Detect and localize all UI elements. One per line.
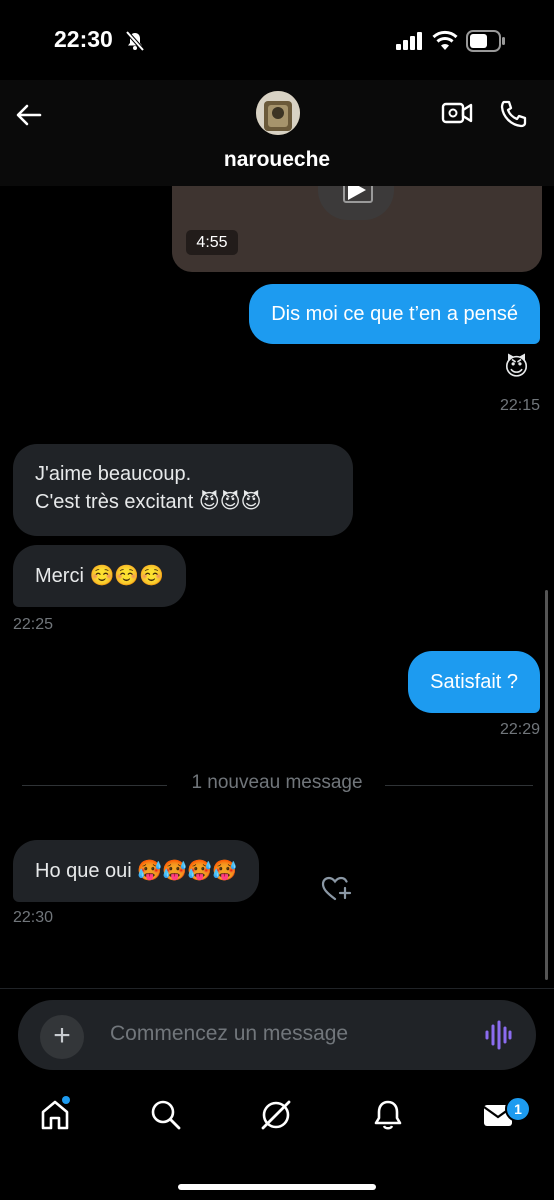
phone-icon[interactable]	[498, 98, 530, 135]
bell-icon[interactable]	[371, 1098, 411, 1138]
new-message-divider: 1 nouveau message	[191, 772, 363, 793]
search-icon[interactable]	[149, 1098, 189, 1138]
avatar[interactable]	[256, 91, 300, 135]
message-reaction[interactable]: 😈	[504, 353, 529, 382]
video-duration: 4:55	[186, 230, 238, 255]
incoming-message[interactable]: Ho que oui 🥵🥵🥵🥵	[13, 840, 259, 902]
message-timestamp: 22:30	[13, 909, 54, 926]
incoming-message[interactable]: Merci ☺️☺️☺️	[13, 545, 187, 607]
message-input[interactable]: Commencez un message	[110, 1022, 348, 1046]
scrollbar[interactable]	[545, 590, 548, 980]
voice-icon[interactable]	[484, 1020, 512, 1055]
muted-bell-icon	[124, 30, 146, 57]
outgoing-message[interactable]: Satisfait ?	[408, 651, 540, 713]
messages-badge: 1	[505, 1096, 531, 1122]
outgoing-message[interactable]: Dis moi ce que t’en a pensé	[249, 284, 540, 344]
message-timestamp: 22:25	[13, 616, 54, 633]
battery-icon	[466, 30, 506, 57]
grok-icon[interactable]	[259, 1098, 299, 1138]
composer-separator	[0, 988, 554, 989]
contact-name[interactable]: naroueche	[0, 148, 554, 172]
home-notification-dot	[62, 1096, 70, 1104]
heart-add-icon[interactable]	[320, 873, 354, 908]
home-indicator[interactable]	[178, 1184, 376, 1190]
incoming-message[interactable]: J'aime beaucoup. C'est très excitant 😈😈😈	[13, 444, 353, 536]
wifi-icon	[432, 29, 458, 56]
message-timestamp: 22:29	[499, 721, 540, 738]
message-line: J'aime beaucoup.	[35, 463, 192, 485]
video-call-icon[interactable]	[440, 98, 474, 133]
plus-icon[interactable]: +	[40, 1015, 84, 1059]
home-icon[interactable]	[38, 1098, 78, 1138]
back-arrow-icon[interactable]	[14, 100, 44, 130]
message-timestamp: 22:15	[499, 397, 540, 414]
message-line: C'est très excitant 😈😈😈	[35, 491, 262, 513]
signal-icon	[396, 32, 424, 55]
status-time: 22:30	[54, 26, 113, 52]
